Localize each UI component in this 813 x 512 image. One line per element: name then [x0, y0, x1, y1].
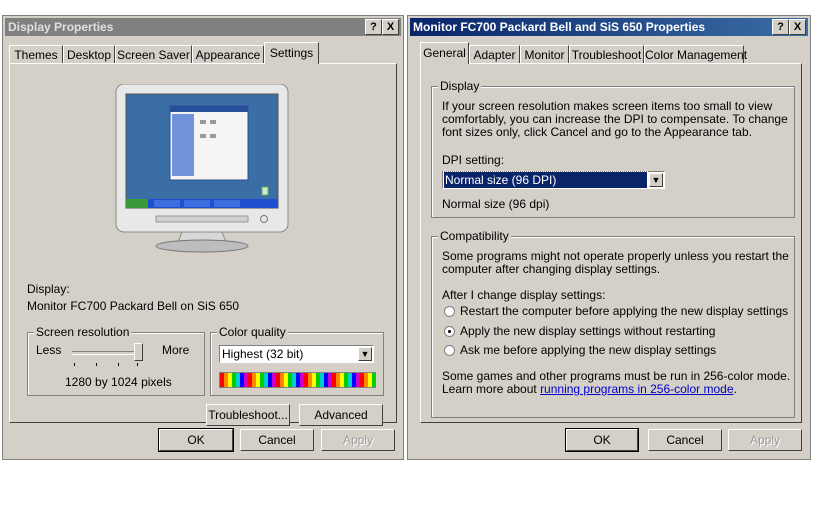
monitor-preview-icon — [115, 84, 289, 253]
restart-option-label[interactable]: Restart the computer before applying the… — [460, 304, 788, 318]
compatibility-text: Some programs might not operate properly… — [442, 249, 789, 263]
compatibility-legend: Compatibility — [438, 229, 511, 243]
troubleshoot-button[interactable]: Troubleshoot... — [206, 404, 290, 426]
display-legend: Display — [438, 79, 482, 93]
learn-more-prefix: Learn more about — [442, 382, 541, 396]
general-panel: Display If your screen resolution makes … — [420, 63, 802, 423]
close-button[interactable]: X — [789, 19, 806, 35]
color-quality-select[interactable]: Highest (32 bit) ▼ — [219, 345, 374, 363]
display-description-line: comfortably, you can increase the DPI to… — [442, 112, 788, 126]
cancel-button[interactable]: Cancel — [240, 429, 314, 451]
tab-monitor[interactable]: Monitor — [520, 45, 569, 63]
display-description-line: If your screen resolution makes screen i… — [442, 99, 773, 113]
title-bar[interactable]: Monitor FC700 Packard Bell and SiS 650 P… — [410, 18, 808, 36]
ok-button[interactable]: OK — [158, 428, 234, 452]
compatibility-group: Compatibility Some programs might not op… — [431, 229, 795, 418]
more-label: More — [162, 343, 190, 357]
tab-screen-saver[interactable]: Screen Saver — [115, 45, 192, 63]
slider-tick — [118, 363, 119, 366]
tab-color-management[interactable]: Color Management — [644, 45, 747, 63]
resolution-slider-track[interactable] — [72, 351, 142, 355]
chevron-down-icon[interactable]: ▼ — [649, 173, 663, 187]
screen-resolution-legend: Screen resolution — [34, 325, 132, 339]
color-spectrum-bar — [219, 372, 376, 388]
after-change-label: After I change display settings: — [442, 288, 606, 302]
screen-resolution-group: Screen resolution Less More 1280 by 1024… — [27, 325, 205, 396]
apply-without-restart-radio[interactable] — [444, 326, 455, 337]
slider-tick — [74, 363, 75, 366]
apply-button[interactable]: Apply — [728, 429, 802, 451]
dpi-note: Normal size (96 dpi) — [442, 197, 550, 211]
color-quality-value: Highest (32 bit) — [222, 347, 304, 361]
chevron-down-icon[interactable]: ▼ — [358, 347, 372, 361]
color-quality-group: Color quality Highest (32 bit) ▼ — [210, 325, 384, 396]
apply-without-restart-option-label[interactable]: Apply the new display settings without r… — [460, 324, 715, 338]
color-mode-note: Some games and other programs must be ru… — [442, 369, 791, 383]
resolution-slider-thumb[interactable] — [134, 343, 143, 361]
256-color-mode-link[interactable]: running programs in 256-color mode — [540, 382, 733, 396]
monitor-properties-window: Monitor FC700 Packard Bell and SiS 650 P… — [407, 15, 811, 460]
ask-me-option-label[interactable]: Ask me before applying the new display s… — [460, 343, 716, 357]
display-properties-window: Display Properties ? X Themes Desktop Sc… — [2, 15, 404, 460]
slider-tick — [96, 363, 97, 366]
slider-tick — [137, 363, 138, 366]
settings-panel: Display: Monitor FC700 Packard Bell on S… — [9, 63, 397, 426]
tab-adapter[interactable]: Adapter — [469, 45, 520, 63]
restart-radio[interactable] — [444, 306, 455, 317]
resolution-value: 1280 by 1024 pixels — [65, 375, 172, 389]
dpi-setting-value: Normal size (96 DPI) — [443, 171, 648, 189]
help-button[interactable]: ? — [365, 19, 382, 35]
learn-more-line: Learn more about running programs in 256… — [442, 382, 737, 396]
window-title: Display Properties — [8, 20, 114, 34]
close-button[interactable]: X — [382, 19, 399, 35]
display-label: Display: — [27, 282, 70, 296]
display-device-name: Monitor FC700 Packard Bell on SiS 650 — [27, 299, 240, 313]
help-button[interactable]: ? — [772, 19, 789, 35]
less-label: Less — [36, 343, 62, 357]
ok-button[interactable]: OK — [565, 428, 639, 452]
dpi-setting-label: DPI setting: — [442, 153, 505, 167]
tab-appearance[interactable]: Appearance — [192, 45, 264, 63]
cancel-button[interactable]: Cancel — [648, 429, 722, 451]
display-description-line: font sizes only, click Cancel and go to … — [442, 125, 752, 139]
ask-me-radio[interactable] — [444, 345, 455, 356]
dpi-setting-select[interactable]: Normal size (96 DPI) ▼ — [442, 171, 665, 189]
window-title: Monitor FC700 Packard Bell and SiS 650 P… — [413, 20, 706, 34]
learn-more-suffix: . — [733, 382, 737, 396]
compatibility-text: computer after changing display settings… — [442, 262, 661, 276]
apply-button[interactable]: Apply — [321, 429, 395, 451]
tab-troubleshoot[interactable]: Troubleshoot — [569, 45, 644, 63]
tab-desktop[interactable]: Desktop — [63, 45, 115, 63]
display-group: Display If your screen resolution makes … — [431, 79, 795, 218]
tab-settings[interactable]: Settings — [264, 42, 319, 64]
color-quality-legend: Color quality — [217, 325, 288, 339]
title-bar[interactable]: Display Properties ? X — [5, 18, 401, 36]
advanced-button[interactable]: Advanced — [299, 404, 383, 426]
tab-themes[interactable]: Themes — [9, 45, 63, 63]
tab-general[interactable]: General — [420, 42, 469, 64]
